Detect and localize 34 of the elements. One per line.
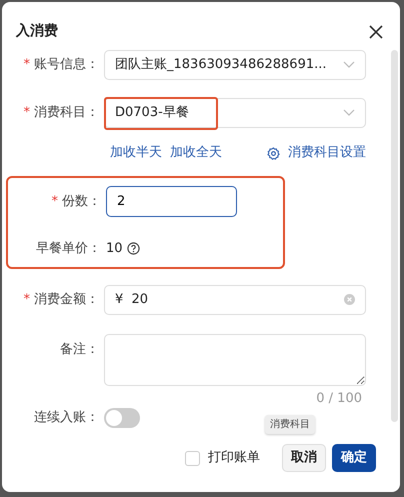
settings-link[interactable]: 消费科目设置 [267,143,366,163]
field-label: 份数： [62,194,101,209]
link[interactable]: 加收全天 [170,143,222,163]
field-label: 备注： [60,342,99,356]
chevron-icon [343,61,355,69]
select-field[interactable]: D0703-早餐 [104,98,366,128]
price-value: 10 [106,240,123,258]
field-label: 连续入账： [34,410,99,426]
quantity-input[interactable]: 2 [106,186,237,217]
required-mark: * [24,105,30,120]
tooltip: 消费科目 [265,415,315,434]
link[interactable]: 加收半天 [110,143,162,163]
field-label: 早餐单价： [36,241,101,256]
confirm-button[interactable]: 确定 [332,444,376,472]
amount-field[interactable]: ¥ 20 [104,284,366,314]
clear-icon[interactable] [344,294,355,305]
checkbox[interactable] [185,450,200,466]
scrollbar[interactable] [391,50,398,422]
character-counter: 0 / 100 [315,390,362,408]
cancel-button[interactable]: 取消 [282,444,326,472]
print-checkbox-label[interactable]: 打印账单 [208,448,260,468]
settings-icon [267,146,280,160]
close-icon[interactable] [368,23,384,39]
chevron-icon [343,109,355,117]
select-field[interactable]: 团队主账_18363093486288691... [104,50,366,80]
field-label: 账号信息： [34,57,99,72]
required-mark: * [24,292,30,307]
remark-textarea[interactable] [104,334,366,386]
dialog-title: 入消费 [16,22,58,41]
field-label: 消费金额： [34,292,99,307]
required-mark: * [24,57,30,72]
field-label: 消费科目： [34,105,99,120]
toggle-switch[interactable] [104,408,140,428]
required-mark: * [52,194,58,209]
